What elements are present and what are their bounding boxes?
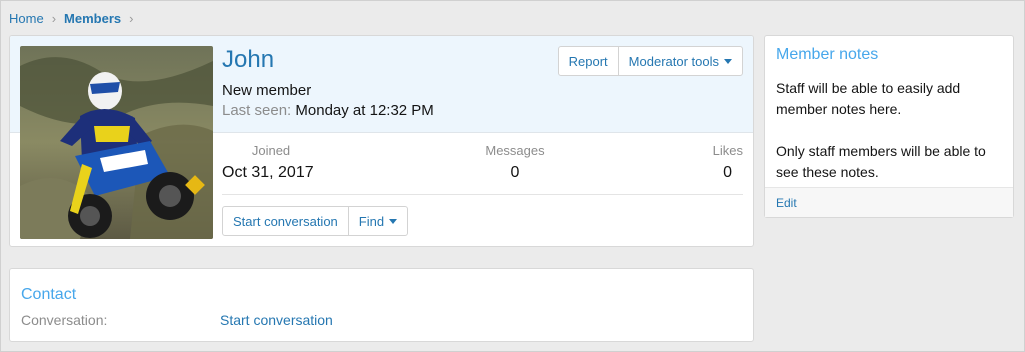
contact-card: Contact Conversation: Start conversation	[9, 268, 754, 342]
profile-actions: Report Moderator tools	[557, 46, 743, 76]
notes-paragraph: Staff will be able to easily add member …	[776, 80, 961, 117]
user-title: New member	[222, 82, 312, 99]
last-seen: Last seen: Monday at 12:32 PM	[222, 102, 434, 119]
notes-paragraph: Only staff members will be able to see t…	[776, 143, 986, 180]
avatar-image	[20, 46, 213, 239]
breadcrumb: Home › Members ›	[9, 11, 133, 26]
report-button[interactable]: Report	[559, 47, 618, 75]
joined-label: Joined	[251, 143, 291, 158]
notes-body: Staff will be able to easily add member …	[776, 78, 1006, 204]
likes-label: Likes	[712, 143, 743, 158]
contact-title: Contact	[21, 286, 77, 303]
find-button[interactable]: Find	[347, 207, 407, 235]
start-conversation-button[interactable]: Start conversation	[223, 207, 348, 235]
username[interactable]: John	[222, 46, 274, 74]
messages-value[interactable]: 0	[455, 164, 575, 182]
moderator-tools-button[interactable]: Moderator tools	[617, 47, 742, 75]
moderator-tools-label: Moderator tools	[628, 53, 719, 69]
notes-title: Member notes	[776, 46, 879, 63]
start-conversation-label: Start conversation	[233, 213, 338, 229]
start-conversation-link[interactable]: Start conversation	[220, 312, 333, 328]
find-label: Find	[358, 213, 385, 229]
report-label: Report	[568, 53, 608, 69]
last-seen-value: Monday at 12:32 PM	[295, 102, 434, 119]
divider	[222, 194, 743, 195]
edit-notes-link[interactable]: Edit	[776, 196, 797, 210]
breadcrumb-members[interactable]: Members	[64, 11, 121, 26]
breadcrumb-separator: ›	[51, 11, 57, 26]
conversation-label: Conversation:	[21, 312, 108, 328]
messages-label: Messages	[485, 143, 545, 158]
breadcrumb-separator: ›	[129, 11, 134, 26]
last-seen-label: Last seen:	[222, 102, 292, 119]
chevron-down-icon	[724, 59, 732, 64]
member-profile-card: John New member Last seen: Monday at 12:…	[9, 35, 754, 247]
profile-secondary-actions: Start conversation Find	[222, 206, 409, 236]
likes-value[interactable]: 0	[723, 164, 732, 182]
notes-footer: Edit	[765, 187, 1013, 217]
avatar[interactable]	[20, 46, 213, 239]
member-notes-card: Member notes Staff will be able to easil…	[764, 35, 1014, 218]
breadcrumb-home[interactable]: Home	[9, 11, 44, 26]
joined-value: Oct 31, 2017	[222, 164, 314, 181]
chevron-down-icon	[389, 219, 398, 224]
